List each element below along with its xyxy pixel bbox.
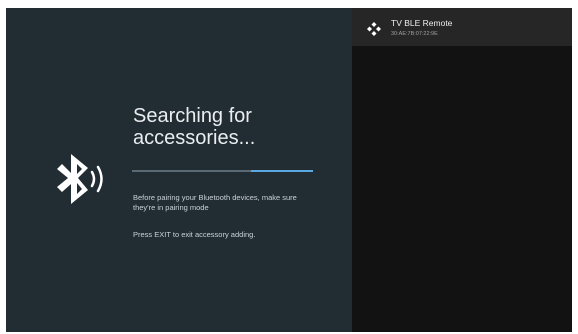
device-list: TV BLE Remote 30:AE:7B:07:22:9E: [352, 8, 572, 332]
device-mac-address: 30:AE:7B:07:22:9E: [391, 31, 438, 37]
search-progress-fill: [251, 170, 313, 172]
device-list-item[interactable]: TV BLE Remote 30:AE:7B:07:22:9E: [352, 8, 572, 46]
pairing-hint-text: Before pairing your Bluetooth devices, m…: [133, 193, 297, 212]
search-progress-bar: [132, 170, 313, 172]
search-panel: Searching for accessories... Before pair…: [6, 8, 352, 332]
exit-hint-text: Press EXIT to exit accessory adding.: [133, 230, 256, 239]
gamepad-icon: [367, 22, 381, 36]
device-name: TV BLE Remote: [391, 18, 453, 28]
tv-screen: Searching for accessories... Before pair…: [6, 8, 572, 332]
page-title: Searching for accessories...: [133, 105, 256, 149]
bluetooth-searching-icon: [57, 154, 103, 204]
